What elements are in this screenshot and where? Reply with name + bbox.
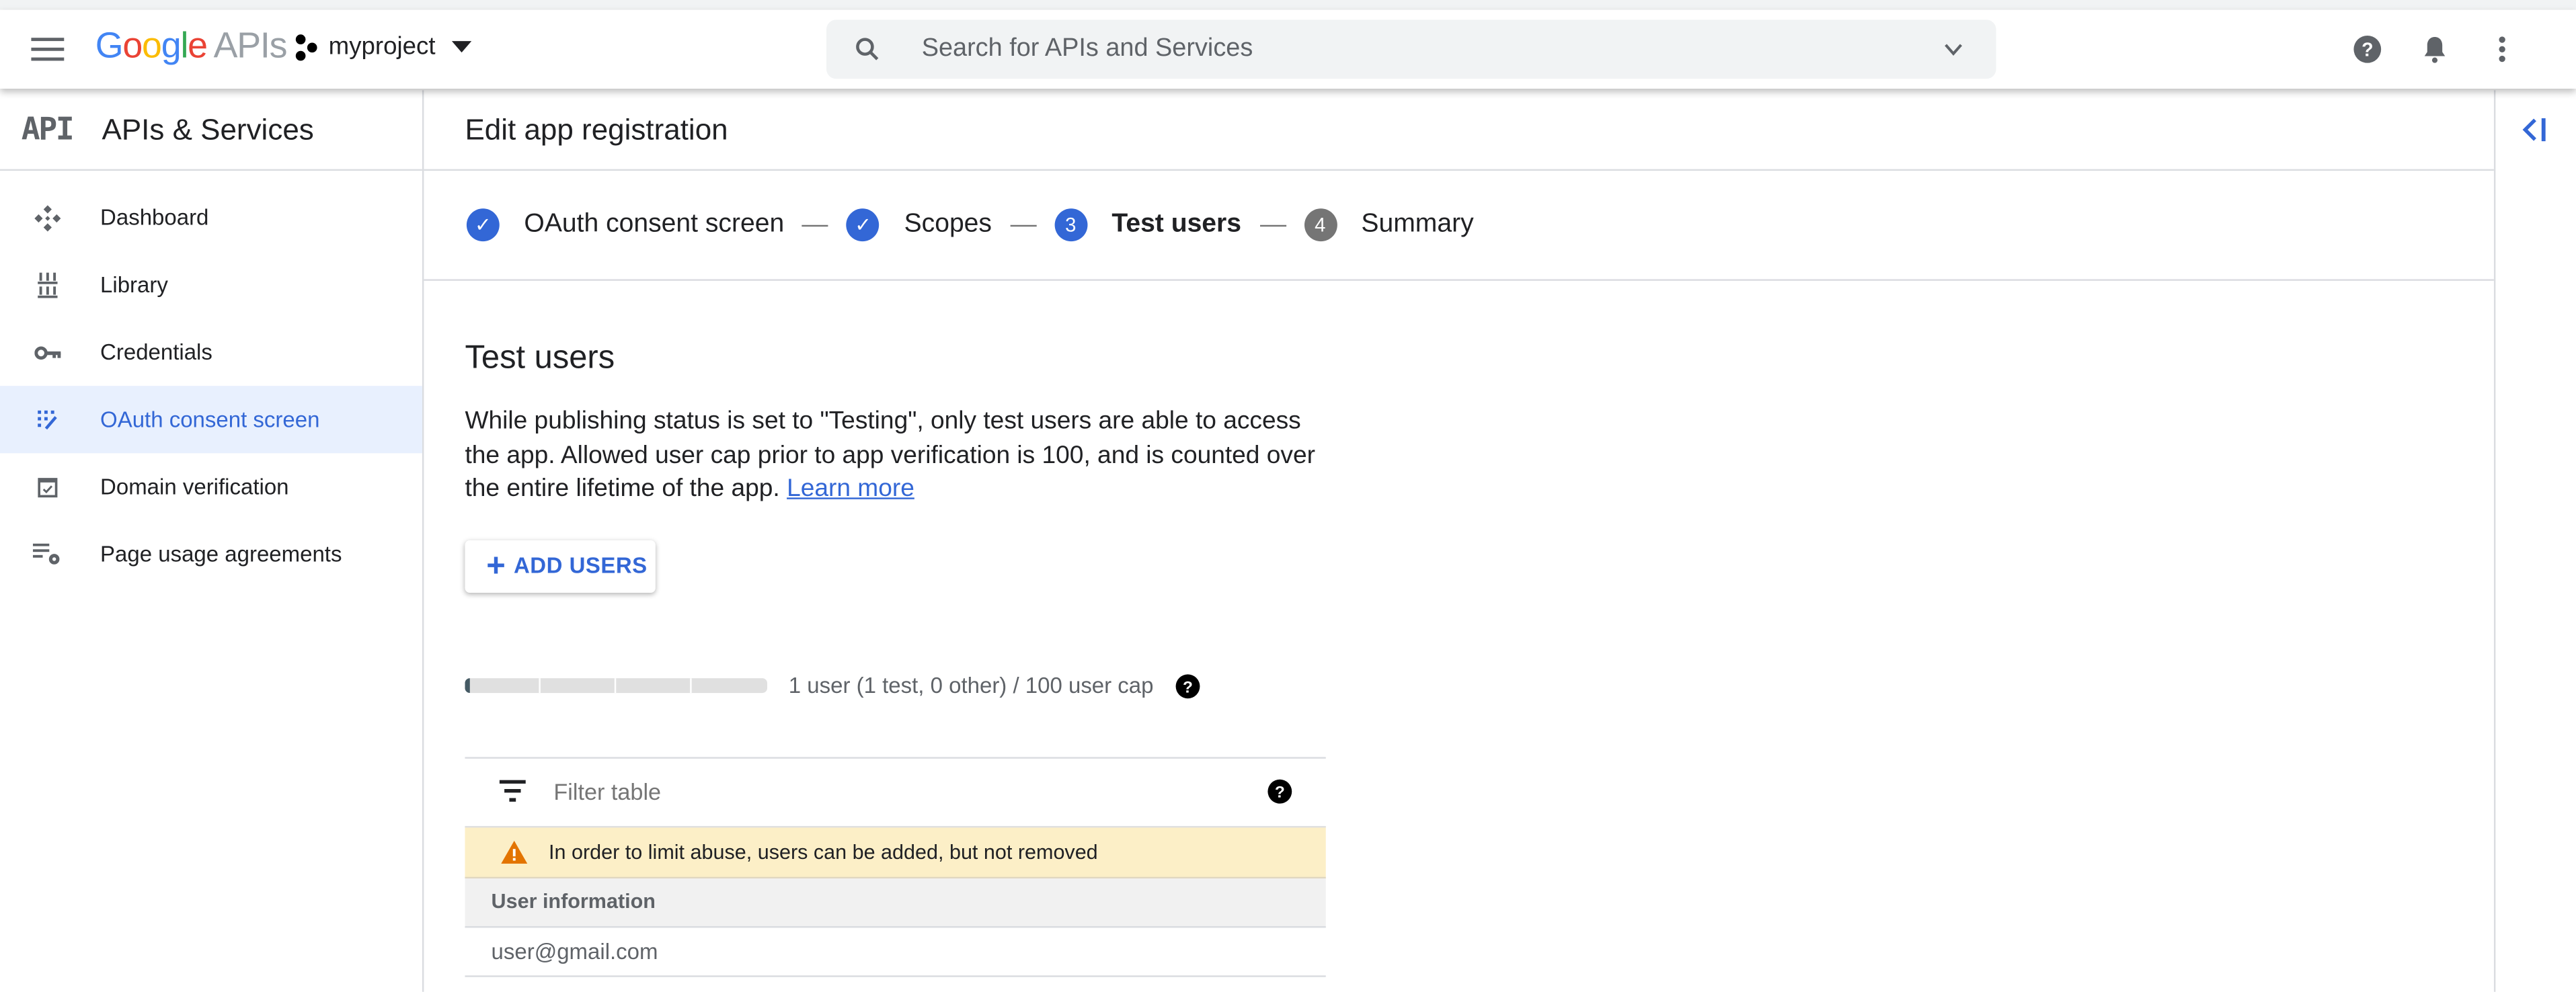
browser-top-strip: [0, 0, 2576, 10]
filter-icon: [499, 780, 526, 802]
page-header: Edit app registration: [424, 90, 2494, 171]
app-root: GoogleAPIs myproject ? API APIs & Servic…: [0, 0, 2576, 992]
progress-segment-divider: [690, 678, 692, 694]
progress-segment-divider: [539, 678, 541, 694]
filter-row: ?: [465, 758, 1325, 825]
project-hexagon-icon: [295, 34, 319, 60]
menu-icon[interactable]: [31, 36, 65, 63]
user-cap-text: 1 user (1 test, 0 other) / 100 user cap: [788, 673, 1154, 699]
step-label: Summary: [1361, 210, 1474, 239]
more-vert-icon[interactable]: [2486, 33, 2519, 66]
sidebar-item-domain-verification[interactable]: Domain verification: [0, 453, 422, 520]
right-rail: [2493, 90, 2576, 992]
help-icon[interactable]: ?: [2351, 33, 2384, 66]
test-users-section: Test users While publishing status is se…: [424, 340, 2494, 977]
svg-text:?: ?: [2362, 39, 2373, 60]
logo-letter: G: [95, 24, 124, 66]
sidebar-item-credentials[interactable]: Credentials: [0, 319, 422, 386]
warning-banner: In order to limit abuse, users can be ad…: [465, 825, 1326, 878]
search-bar[interactable]: [826, 19, 1996, 79]
sidebar-header: API APIs & Services: [0, 90, 422, 171]
page-title: Edit app registration: [465, 112, 728, 146]
step-check-icon: ✓: [847, 208, 880, 242]
api-logo-icon: API: [21, 112, 75, 148]
sidebar-item-label: Page usage agreements: [100, 542, 342, 567]
step-test-users[interactable]: 3 Test users: [1054, 208, 1242, 242]
step-summary[interactable]: 4 Summary: [1303, 208, 1474, 242]
sidebar-item-label: Dashboard: [100, 205, 209, 231]
table-row: user@gmail.com: [465, 927, 1326, 977]
main-content: Edit app registration ✓ OAuth consent sc…: [424, 90, 2494, 991]
domain-check-icon: [33, 472, 63, 501]
filter-table-input[interactable]: [550, 777, 1214, 807]
project-name: myproject: [328, 32, 436, 61]
google-apis-logo[interactable]: Google APIs: [95, 24, 288, 68]
step-separator: [1259, 224, 1286, 226]
step-separator: [1009, 224, 1036, 226]
key-icon: [33, 337, 63, 367]
logo-suffix: APIs: [213, 24, 288, 66]
caret-down-icon: [451, 41, 472, 53]
svg-text:?: ?: [1183, 678, 1193, 696]
sidebar-item-dashboard[interactable]: Dashboard: [0, 184, 422, 251]
warning-icon: [501, 840, 528, 864]
svg-text:?: ?: [1275, 783, 1285, 801]
sidebar-item-oauth-consent-screen[interactable]: OAuth consent screen: [0, 386, 422, 454]
test-users-table: ? In order to limit abuse, users can be …: [465, 756, 1326, 977]
search-icon: [856, 38, 879, 60]
section-description: While publishing status is set to "Testi…: [465, 405, 1335, 507]
add-users-button[interactable]: + ADD USERS: [465, 540, 656, 593]
sidebar: API APIs & Services Dashboard Library Cr…: [0, 90, 424, 992]
learn-more-link[interactable]: Learn more: [787, 475, 914, 503]
sidebar-item-label: Domain verification: [100, 474, 289, 499]
progress-segment-divider: [614, 678, 617, 694]
step-label: Test users: [1111, 210, 1242, 239]
list-settings-icon: [32, 540, 63, 569]
user-cap-progress-fill: [465, 678, 470, 694]
step-scopes[interactable]: ✓ Scopes: [847, 208, 992, 242]
sidebar-item-label: Credentials: [100, 339, 212, 365]
sidebar-title: APIs & Services: [102, 112, 314, 146]
step-number-badge: 4: [1303, 208, 1337, 242]
step-number-badge: 3: [1054, 208, 1087, 242]
stepper: ✓ OAuth consent screen ✓ Scopes 3 Test u…: [424, 171, 2494, 281]
search-input[interactable]: [918, 32, 1941, 66]
logo-letter: o: [122, 24, 143, 66]
help-icon[interactable]: ?: [1267, 778, 1293, 804]
sidebar-item-library[interactable]: Library: [0, 251, 422, 319]
consent-screen-icon: [33, 405, 63, 434]
sidebar-nav: Dashboard Library Credentials OAuth cons…: [0, 184, 422, 588]
user-cap-progress-bar: [465, 678, 768, 694]
step-oauth-consent-screen[interactable]: ✓ OAuth consent screen: [466, 208, 785, 242]
library-icon: [33, 270, 63, 300]
column-header-user-information[interactable]: User information: [465, 878, 1326, 927]
plus-icon: +: [486, 548, 506, 585]
dashboard-icon: [33, 203, 63, 233]
sidebar-item-label: Library: [100, 272, 168, 298]
sidebar-item-page-usage-agreements[interactable]: Page usage agreements: [0, 521, 422, 588]
chevron-down-icon[interactable]: [1941, 36, 1967, 63]
logo-letter: e: [188, 24, 208, 66]
step-label: OAuth consent screen: [524, 210, 785, 239]
step-separator: [802, 224, 829, 226]
add-users-label: ADD USERS: [513, 554, 648, 579]
sidebar-item-label: OAuth consent screen: [100, 407, 320, 432]
app-bar: GoogleAPIs myproject ?: [0, 9, 2576, 89]
step-check-icon: ✓: [466, 208, 500, 242]
user-cap-row: 1 user (1 test, 0 other) / 100 user cap …: [465, 669, 2493, 702]
notifications-bell-icon[interactable]: [2419, 33, 2452, 66]
help-icon[interactable]: ?: [1175, 673, 1201, 699]
collapse-panel-icon[interactable]: [2520, 115, 2550, 144]
warning-text: In order to limit abuse, users can be ad…: [549, 840, 1098, 864]
section-title: Test users: [465, 339, 615, 376]
logo-letter: o: [142, 24, 162, 66]
project-selector[interactable]: myproject: [295, 32, 472, 61]
step-label: Scopes: [904, 210, 992, 239]
logo-letter: g: [161, 24, 182, 66]
